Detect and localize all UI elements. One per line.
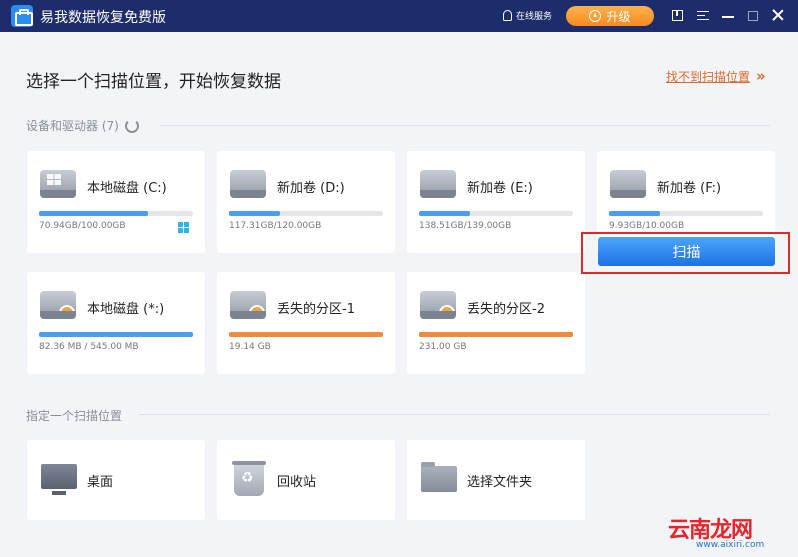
section-divider <box>139 414 770 415</box>
capacity-bar-fill <box>229 332 383 337</box>
hard-drive-icon <box>40 170 76 198</box>
feedback-icon[interactable] <box>672 10 683 21</box>
capacity-bar <box>419 332 573 337</box>
folder-icon <box>421 462 457 492</box>
windows-logo-icon <box>178 222 190 233</box>
capacity-bar <box>609 211 763 216</box>
capacity-bar-fill <box>39 332 193 337</box>
online-service-label: 在线服务 <box>516 12 553 22</box>
app-logo-icon <box>11 5 33 27</box>
drive-name: 新加卷 (D:) <box>277 181 345 196</box>
minimize-icon[interactable] <box>722 16 734 18</box>
location-name: 桌面 <box>87 475 114 490</box>
capacity-bar-fill <box>419 211 470 216</box>
locations-section-label: 指定一个扫描位置 <box>26 407 122 424</box>
hard-drive-icon <box>40 291 76 321</box>
lost-partition-badge-icon <box>249 305 265 321</box>
capacity-bar <box>229 211 383 216</box>
devices-section-label: 设备和驱动器 (7) <box>26 117 139 134</box>
lost-partition-badge-icon <box>59 305 75 321</box>
capacity-bar <box>39 211 193 216</box>
not-found-location-link[interactable]: 找不到扫描位置 <box>666 68 750 85</box>
maximize-icon[interactable] <box>748 11 758 21</box>
drive-card[interactable]: 新加卷 (E:) 138.51GB/139.00GB <box>407 151 585 253</box>
double-chevron-right-icon[interactable]: » <box>756 67 765 85</box>
drive-capacity: 9.93GB/10.00GB <box>609 221 685 231</box>
page-title: 选择一个扫描位置，开始恢复数据 <box>26 72 281 92</box>
capacity-bar-fill <box>229 211 280 216</box>
drive-capacity: 19.14 GB <box>229 342 271 352</box>
capacity-bar <box>229 332 383 337</box>
scan-button[interactable]: 扫描 <box>598 237 775 266</box>
drive-card[interactable]: 本地磁盘 (C:) 70.94GB/100.00GB <box>27 151 205 253</box>
drive-card[interactable]: 丢失的分区-1 19.14 GB <box>217 272 395 374</box>
desktop-icon <box>41 464 77 495</box>
drive-card[interactable]: 丢失的分区-2 231.00 GB <box>407 272 585 374</box>
capacity-bar-fill <box>609 211 660 216</box>
title-bar: 易我数据恢复免费版 在线服务 升级 <box>0 0 798 32</box>
drive-card[interactable]: 本地磁盘 (*:) 82.36 MB / 545.00 MB <box>27 272 205 374</box>
watermark: 云南龙网 www.aixiri.com <box>668 512 793 552</box>
hard-drive-icon <box>420 291 456 321</box>
drive-name: 丢失的分区-1 <box>277 302 355 317</box>
app-title: 易我数据恢复免费版 <box>40 10 166 26</box>
upgrade-icon <box>589 10 602 22</box>
location-card-desktop[interactable]: 桌面 <box>27 440 205 520</box>
drive-card[interactable]: 新加卷 (D:) 117.31GB/120.00GB <box>217 151 395 253</box>
lost-partition-badge-icon <box>439 305 455 321</box>
hard-drive-icon <box>610 170 646 198</box>
capacity-bar-fill <box>39 211 149 216</box>
drive-capacity: 231.00 GB <box>419 342 467 352</box>
drive-name: 本地磁盘 (C:) <box>87 181 167 196</box>
hard-drive-icon <box>230 291 266 321</box>
location-card-recycle-bin[interactable]: 回收站 <box>217 440 395 520</box>
drive-capacity: 117.31GB/120.00GB <box>229 221 322 231</box>
location-name: 选择文件夹 <box>467 475 533 490</box>
drive-name: 丢失的分区-2 <box>467 302 545 317</box>
capacity-bar <box>419 211 573 216</box>
location-name: 回收站 <box>277 475 317 490</box>
drive-capacity: 82.36 MB / 545.00 MB <box>39 342 139 352</box>
drive-capacity: 138.51GB/139.00GB <box>419 221 512 231</box>
drive-name: 新加卷 (E:) <box>467 181 533 196</box>
close-icon[interactable] <box>770 7 786 23</box>
capacity-bar <box>39 332 193 337</box>
hard-drive-icon <box>420 170 456 198</box>
hard-drive-icon <box>230 170 266 198</box>
drive-name: 新加卷 (F:) <box>657 181 722 196</box>
upgrade-label: 升级 <box>606 9 631 24</box>
section-divider <box>160 125 770 126</box>
devices-section-title: 设备和驱动器 (7) <box>26 119 119 133</box>
refresh-icon[interactable] <box>124 118 139 133</box>
locations-section-title: 指定一个扫描位置 <box>26 409 123 423</box>
location-card-select-folder[interactable]: 选择文件夹 <box>407 440 585 520</box>
windows-badge-icon <box>47 174 61 185</box>
online-service-button[interactable]: 在线服务 <box>503 9 552 22</box>
menu-icon[interactable] <box>697 11 709 20</box>
recycle-bin-icon <box>232 461 266 496</box>
drive-capacity: 70.94GB/100.00GB <box>39 221 126 231</box>
watermark-url: www.aixiri.com <box>696 540 765 550</box>
capacity-bar-fill <box>419 332 573 337</box>
upgrade-button[interactable]: 升级 <box>566 6 654 26</box>
drive-name: 本地磁盘 (*:) <box>87 302 165 317</box>
headset-icon <box>503 10 512 21</box>
